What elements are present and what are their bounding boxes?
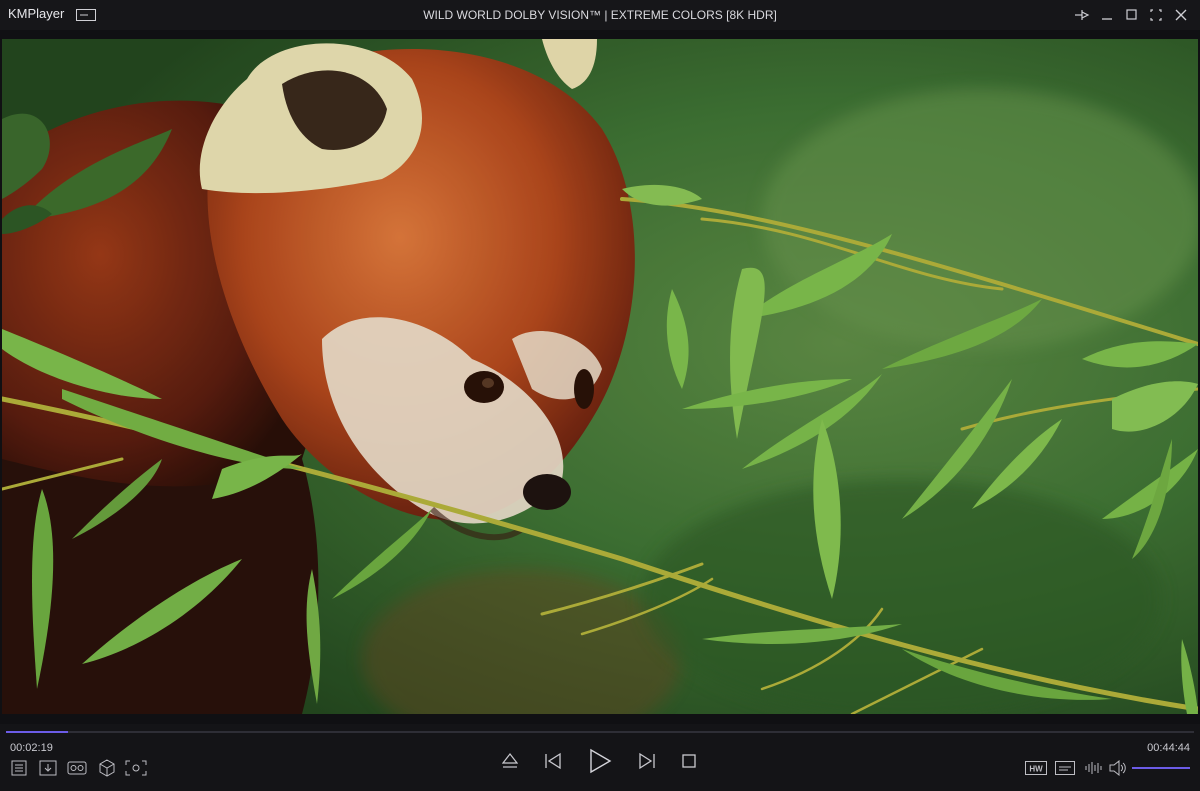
kmplayer-window: KMPlayer WILD WORLD DOLBY VISION™ | EXTR… <box>0 0 1200 791</box>
hw-decoder-icon[interactable]: HW <box>1025 761 1047 775</box>
app-logo[interactable]: KMPlayer <box>8 6 64 21</box>
mini-mode-icon[interactable] <box>76 9 96 21</box>
title-bar[interactable]: KMPlayer WILD WORLD DOLBY VISION™ | EXTR… <box>0 0 1200 30</box>
play-icon[interactable] <box>587 748 613 774</box>
previous-icon[interactable] <box>544 752 562 770</box>
subtitle-icon[interactable] <box>1055 761 1075 775</box>
video-image <box>2 39 1198 714</box>
video-frame[interactable] <box>2 39 1198 714</box>
elapsed-time: 00:02:19 <box>10 742 53 754</box>
volume-icon[interactable] <box>1109 760 1127 776</box>
maximize-icon[interactable] <box>1126 8 1138 22</box>
seek-bar-progress <box>6 731 68 733</box>
next-icon[interactable] <box>638 752 656 770</box>
3d-cube-icon[interactable] <box>98 759 116 777</box>
window-title: WILD WORLD DOLBY VISION™ | EXTREME COLOR… <box>423 8 777 22</box>
eject-icon[interactable] <box>502 752 518 770</box>
fullscreen-icon[interactable] <box>1150 8 1162 22</box>
vr-icon[interactable] <box>67 761 87 775</box>
volume-slider[interactable] <box>1132 767 1190 769</box>
screen-capture-icon[interactable] <box>125 760 147 776</box>
close-icon[interactable] <box>1175 8 1187 22</box>
playlist-icon[interactable] <box>11 760 27 776</box>
audio-equalizer-icon[interactable] <box>1084 761 1104 775</box>
seek-bar[interactable] <box>6 731 1194 733</box>
pin-icon[interactable] <box>1074 8 1090 22</box>
total-time[interactable]: 00:44:44 <box>1147 742 1190 754</box>
volume-slider-level <box>1132 767 1190 769</box>
stop-icon[interactable] <box>682 754 696 768</box>
hw-label: HW <box>1029 765 1043 774</box>
download-icon[interactable] <box>39 760 57 776</box>
minimize-icon[interactable] <box>1101 8 1113 22</box>
